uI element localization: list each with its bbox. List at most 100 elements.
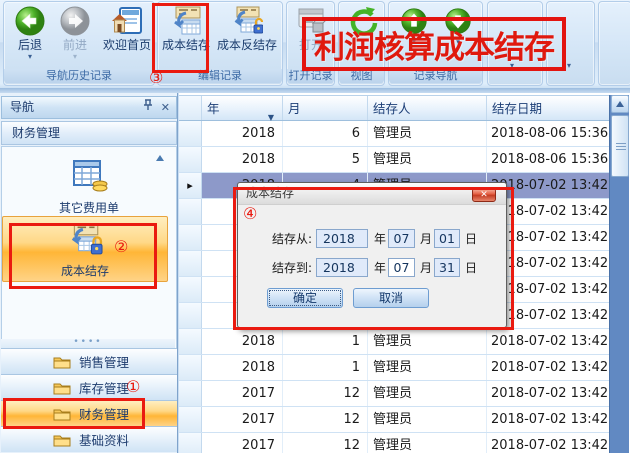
cell-date: 2018-07-02 13:42...: [487, 407, 609, 432]
row-selector-cell[interactable]: [179, 407, 202, 432]
sidebar-close-icon[interactable]: ✕: [161, 97, 170, 118]
vertical-scrollbar[interactable]: [609, 95, 629, 453]
table-row[interactable]: 2017 12 管理员 2018-07-02 13:42...: [179, 381, 609, 407]
cell-date: 2018-07-02 13:42...: [487, 433, 609, 453]
cell-person: 管理员: [368, 329, 487, 354]
app-window: 后退 ▾ 前进 ▾: [0, 0, 630, 453]
scrollbar-up-button[interactable]: [611, 95, 629, 113]
forward-label: 前进: [54, 38, 96, 53]
cell-person: 管理员: [368, 381, 487, 406]
cell-month: 1: [283, 329, 368, 354]
annotation-step-1: ①: [126, 379, 140, 395]
annotation-step-3: ③: [149, 70, 163, 86]
table-row[interactable]: 2017 12 管理员 2018-07-02 13:42...: [179, 407, 609, 433]
grid-header-row: 年 ▼ 月 结存人 结存日期: [179, 95, 609, 121]
cell-month: 12: [283, 407, 368, 432]
cell-year: 2018: [202, 329, 283, 354]
row-selector-cell[interactable]: [179, 199, 202, 224]
cell-date: 2018-07-02 13:42...: [487, 329, 609, 354]
cell-year: 2017: [202, 407, 283, 432]
header-label-date: 结存日期: [492, 101, 542, 116]
cell-date: 2018-08-06 15:36...: [487, 121, 609, 146]
annotation-step-2: ②: [114, 239, 128, 255]
cell-person: 管理员: [368, 147, 487, 172]
cell-date: 2018-08-06 15:36...: [487, 147, 609, 172]
grid-header-person[interactable]: 结存人: [368, 96, 487, 120]
sidebar-panel-header[interactable]: 财务管理: [1, 121, 177, 145]
annotation-box-sidebar-item: [9, 223, 157, 289]
back-icon: [9, 4, 51, 38]
scrollbar-thumb[interactable]: [611, 115, 629, 177]
folder-icon: [53, 381, 71, 395]
sidebar-splitter[interactable]: ••••: [1, 339, 175, 348]
cell-person: 管理员: [368, 407, 487, 432]
table-row[interactable]: 2018 1 管理员 2018-07-02 13:42...: [179, 355, 609, 381]
header-label-month: 月: [288, 101, 301, 116]
row-selector-cell[interactable]: [179, 329, 202, 354]
cost-unclose-icon: [213, 4, 281, 38]
folder-icon: [53, 433, 71, 447]
group-label-open: 打开记录: [287, 69, 334, 83]
cost-unclose-button[interactable]: 成本反结存: [213, 4, 281, 53]
group-label-record-nav: 记录导航: [389, 69, 482, 83]
header-label-person: 结存人: [373, 101, 411, 116]
scroll-up-arrow-icon: [616, 101, 624, 107]
table-row[interactable]: 2018 5 管理员 2018-08-06 15:36...: [179, 147, 609, 173]
sidebar-item-other-expense[interactable]: 其它费用单: [2, 159, 176, 216]
sidebar-group-inventory[interactable]: 库存管理: [1, 374, 177, 400]
cell-month: 1: [283, 355, 368, 380]
cell-month: 12: [283, 433, 368, 453]
home-icon: [98, 4, 156, 38]
ribbon-group-extra-3: [598, 1, 630, 86]
cell-year: 2018: [202, 355, 283, 380]
row-selector-cell[interactable]: [179, 355, 202, 380]
grid-header-month[interactable]: 月: [283, 96, 368, 120]
sidebar-group-label: 库存管理: [79, 378, 129, 397]
cell-year: 2018: [202, 121, 283, 146]
annotation-box-dialog: [233, 187, 514, 330]
cell-date: 2018-07-02 13:42...: [487, 381, 609, 406]
cell-month: 6: [283, 121, 368, 146]
back-button[interactable]: 后退 ▾: [9, 4, 51, 61]
back-caret-icon[interactable]: ▾: [9, 53, 51, 61]
annotation-step-4: ④: [243, 206, 257, 222]
cell-person: 管理员: [368, 433, 487, 453]
row-selector-cell[interactable]: [179, 121, 202, 146]
extra-caret-icon-2[interactable]: ▾: [567, 62, 571, 70]
sidebar-group-basics[interactable]: 基础资料: [1, 426, 177, 452]
annotation-box-sidebar-group: [3, 398, 145, 429]
folder-icon: [53, 355, 71, 369]
table-row[interactable]: 2018 1 管理员 2018-07-02 13:42...: [179, 329, 609, 355]
row-selector-cell[interactable]: [179, 303, 202, 328]
cell-person: 管理员: [368, 355, 487, 380]
cell-month: 5: [283, 147, 368, 172]
annotation-overlay-text: 利润核算成本结存: [314, 22, 554, 67]
grid-header-year[interactable]: 年 ▼: [202, 96, 283, 120]
thumb-grip: [616, 143, 626, 151]
forward-caret-icon: ▾: [54, 53, 96, 61]
grid-header-selector: [179, 96, 202, 120]
pin-icon[interactable]: [143, 97, 153, 118]
home-button[interactable]: 欢迎首页: [98, 4, 156, 53]
annotation-box-ribbon-button: [152, 3, 209, 73]
row-selector-cell[interactable]: [179, 277, 202, 302]
sidebar-group-label: 销售管理: [79, 352, 129, 371]
row-selector-cell[interactable]: [179, 225, 202, 250]
row-selector-cell[interactable]: [179, 433, 202, 453]
row-selector-cell[interactable]: [179, 381, 202, 406]
cell-year: 2017: [202, 381, 283, 406]
sidebar-group-sales[interactable]: 销售管理: [1, 348, 177, 374]
sidebar-item-label: 其它费用单: [2, 199, 176, 216]
row-selector-cell[interactable]: [179, 147, 202, 172]
sidebar-titlebar: 导航 ✕: [1, 96, 177, 119]
header-label-year: 年: [207, 101, 220, 116]
table-row[interactable]: 2018 6 管理员 2018-08-06 15:36...: [179, 121, 609, 147]
row-selector-cell[interactable]: ▸: [179, 173, 202, 198]
table-row[interactable]: 2017 12 管理员 2018-07-02 13:42...: [179, 433, 609, 453]
cell-year: 2018: [202, 147, 283, 172]
row-selector-cell[interactable]: [179, 251, 202, 276]
home-label: 欢迎首页: [98, 38, 156, 53]
ribbon-group-nav-history: 后退 ▾ 前进 ▾: [3, 1, 155, 86]
expense-sheet-icon: [70, 159, 108, 193]
grid-header-date[interactable]: 结存日期: [487, 96, 609, 120]
